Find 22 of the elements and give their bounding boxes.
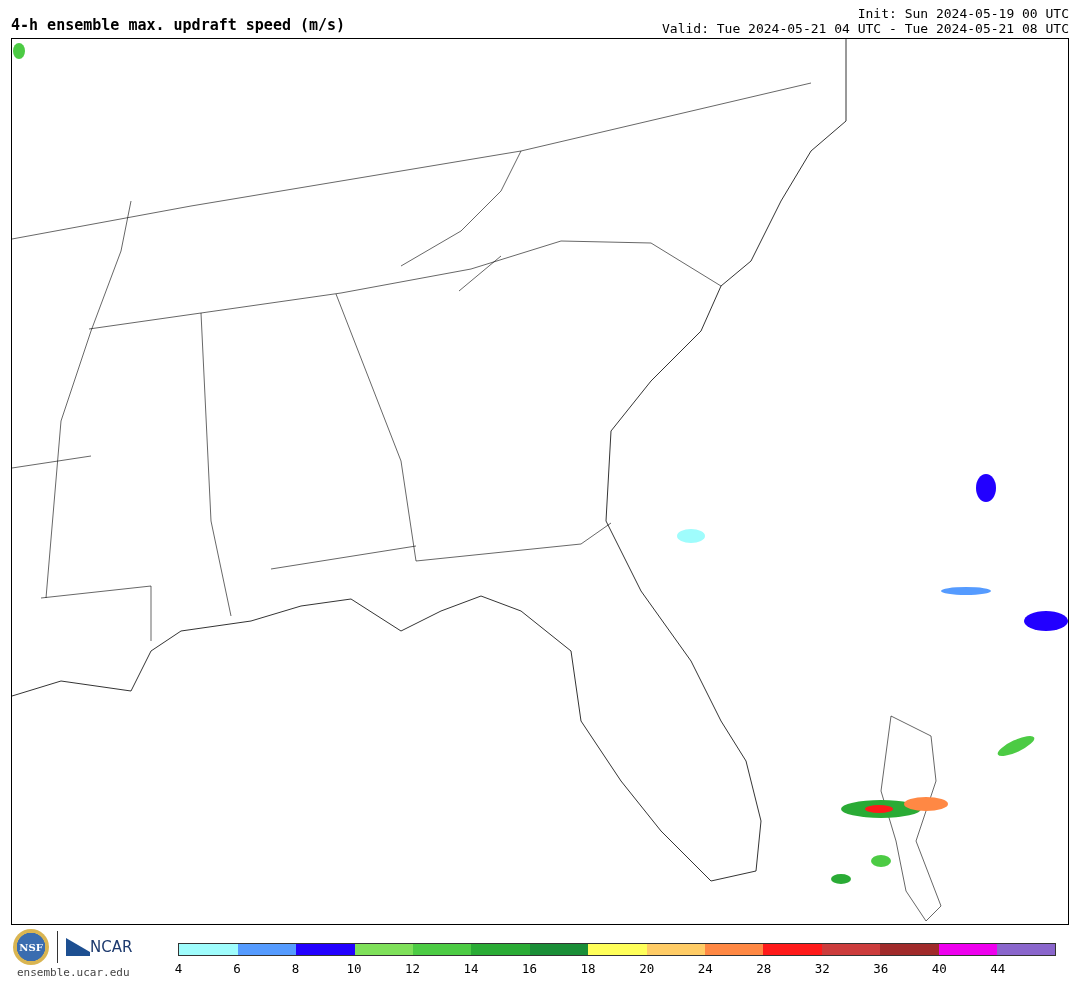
tick-label: 36 (873, 960, 889, 978)
tick-label: 40 (931, 960, 947, 978)
tick-label: 32 (814, 960, 830, 978)
tick-label: 10 (346, 960, 362, 978)
ncar-logo-text: NCAR (90, 936, 133, 958)
tick-label: 6 (233, 960, 241, 978)
chart-title: 4-h ensemble max. updraft speed (m/s) (11, 15, 346, 36)
website-text: ensemble.ucar.edu (17, 965, 130, 981)
tick-label: 44 (990, 960, 1006, 978)
init-time: Init: Sun 2024-05-19 00 UTC (856, 6, 1069, 21)
tick-label: 4 (174, 960, 183, 978)
tick-label: 8 (291, 960, 300, 978)
tick-label: 28 (756, 960, 772, 978)
tick-label: 18 (580, 960, 596, 978)
nsf-logo: NSF (13, 929, 49, 965)
tick-label: 20 (639, 960, 655, 978)
tick-label: 12 (405, 960, 421, 978)
tick-label: 14 (463, 960, 479, 978)
ncar-wave-icon (66, 938, 90, 956)
tick-label: 16 (522, 960, 538, 978)
tick-label: 24 (697, 960, 713, 978)
valid-time: Valid: Tue 2024-05-21 04 UTC - Tue 2024-05-21 08 UTC (662, 21, 1069, 36)
